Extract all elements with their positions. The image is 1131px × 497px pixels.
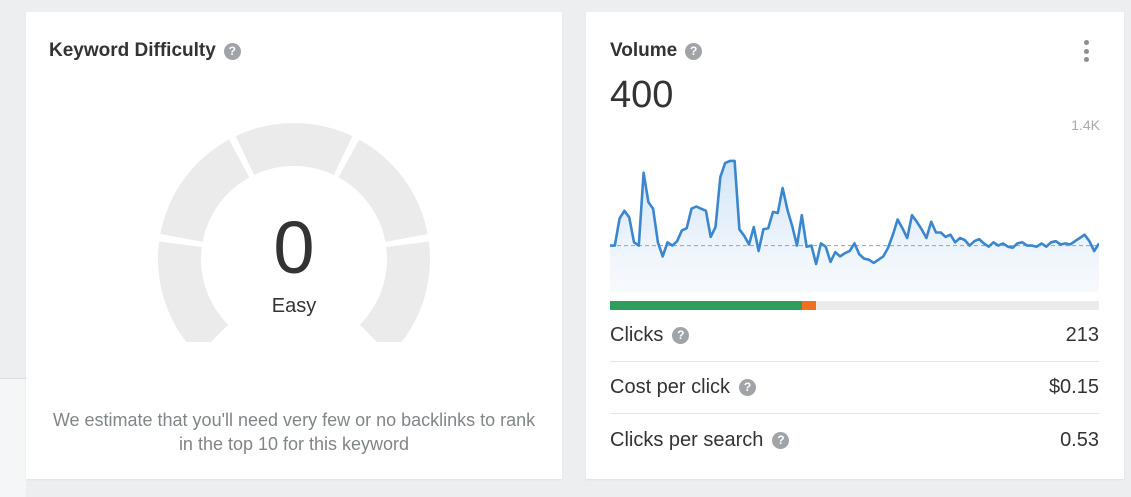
volume-title-text: Volume — [610, 40, 678, 61]
gauge-segment-3 — [235, 123, 353, 175]
clicks-per-search-value: 0.53 — [1060, 428, 1099, 451]
cost-per-click-value: $0.15 — [1048, 376, 1099, 398]
chart-y-max-label: 1.4K — [1071, 117, 1100, 133]
metric-row-clicks: Clicks ? 213 — [610, 310, 1099, 362]
clicks-per-search-label: Clicks per search — [610, 428, 764, 451]
background-panel — [0, 378, 26, 497]
split-segment-1 — [610, 301, 802, 310]
metric-row-cost-per-click: Cost per click ? $0.15 — [610, 362, 1099, 414]
split-segment-2 — [801, 301, 817, 310]
volume-trend-chart[interactable] — [610, 137, 1099, 292]
volume-area — [610, 160, 1099, 292]
clicks-value: 213 — [1065, 324, 1099, 346]
clicks-help-icon[interactable]: ? — [672, 327, 690, 344]
kebab-menu-icon[interactable] — [1076, 38, 1096, 64]
difficulty-score: 0 — [273, 206, 315, 289]
keyword-difficulty-card: Keyword Difficulty ? 0 Easy We estimate … — [26, 12, 562, 479]
cost-per-click-help-icon[interactable]: ? — [739, 379, 757, 396]
volume-help-icon[interactable]: ? — [685, 42, 703, 60]
volume-title: Volume ? — [610, 40, 703, 62]
difficulty-label: Easy — [271, 295, 317, 317]
clicks-label: Clicks — [610, 324, 664, 346]
metric-row-clicks-per-search: Clicks per search ? 0.53 — [610, 414, 1099, 466]
difficulty-description: We estimate that you'll need very few or… — [52, 410, 536, 454]
cost-per-click-label: Cost per click — [610, 376, 731, 398]
volume-card: Volume ? 400 1.4K Clicks ? 213 Cost per … — [586, 12, 1124, 479]
clicks-split-bar — [610, 301, 1099, 310]
search-volume-value: 400 — [610, 74, 674, 116]
difficulty-gauge — [158, 123, 430, 342]
clicks-per-search-help-icon[interactable]: ? — [772, 431, 790, 449]
